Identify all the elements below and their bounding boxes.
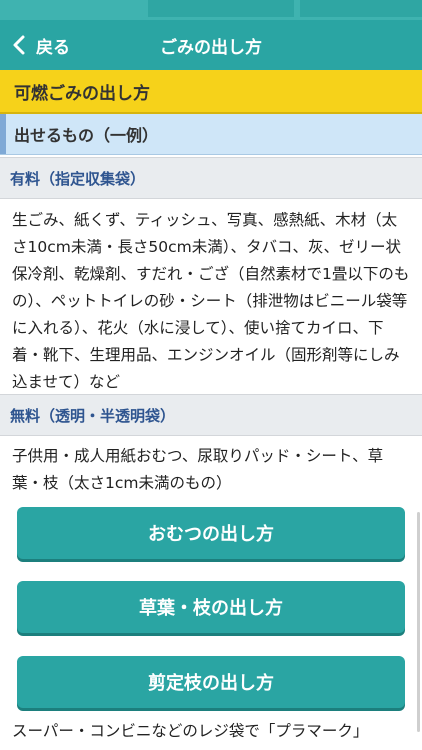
- top-tab: [300, 0, 422, 17]
- subsection-title: 出せるもの（一例）: [14, 126, 159, 145]
- section-header: 可燃ごみの出し方: [0, 70, 422, 114]
- top-tab: [148, 0, 294, 17]
- paid-heading: 有料（指定収集袋）: [0, 157, 422, 199]
- navigation-bar: 戻る ごみの出し方: [0, 20, 422, 70]
- back-button[interactable]: 戻る: [8, 20, 70, 70]
- subsection-accent-bar: [0, 114, 6, 154]
- paid-items-text: 生ごみ、紙くず、ティッシュ、写真、感熱紙、木材（太さ10cm未満・長さ50cm未…: [12, 211, 410, 391]
- free-items-text: 子供用・成人用紙おむつ、尿取りパッド・シート、草葉・枝（太さ1cm未満のもの）: [12, 447, 384, 492]
- top-strip: [0, 0, 422, 20]
- pruned-branch-guide-button[interactable]: 剪定枝の出し方: [17, 656, 405, 708]
- paid-heading-label: 有料（指定収集袋）: [10, 169, 146, 188]
- back-label: 戻る: [36, 37, 70, 58]
- subsection-header: 出せるもの（一例）: [0, 114, 422, 155]
- chevron-left-icon: [13, 35, 25, 55]
- scrollbar[interactable]: [417, 512, 420, 732]
- diaper-guide-button[interactable]: おむつの出し方: [17, 507, 405, 559]
- footer-text: スーパー・コンビニなどのレジ袋で「プラマーク」: [12, 722, 369, 740]
- free-heading: 無料（透明・半透明袋）: [0, 394, 422, 436]
- free-heading-label: 無料（透明・半透明袋）: [10, 406, 176, 425]
- grass-branch-guide-button[interactable]: 草葉・枝の出し方: [17, 581, 405, 633]
- section-title: 可燃ごみの出し方: [14, 83, 150, 104]
